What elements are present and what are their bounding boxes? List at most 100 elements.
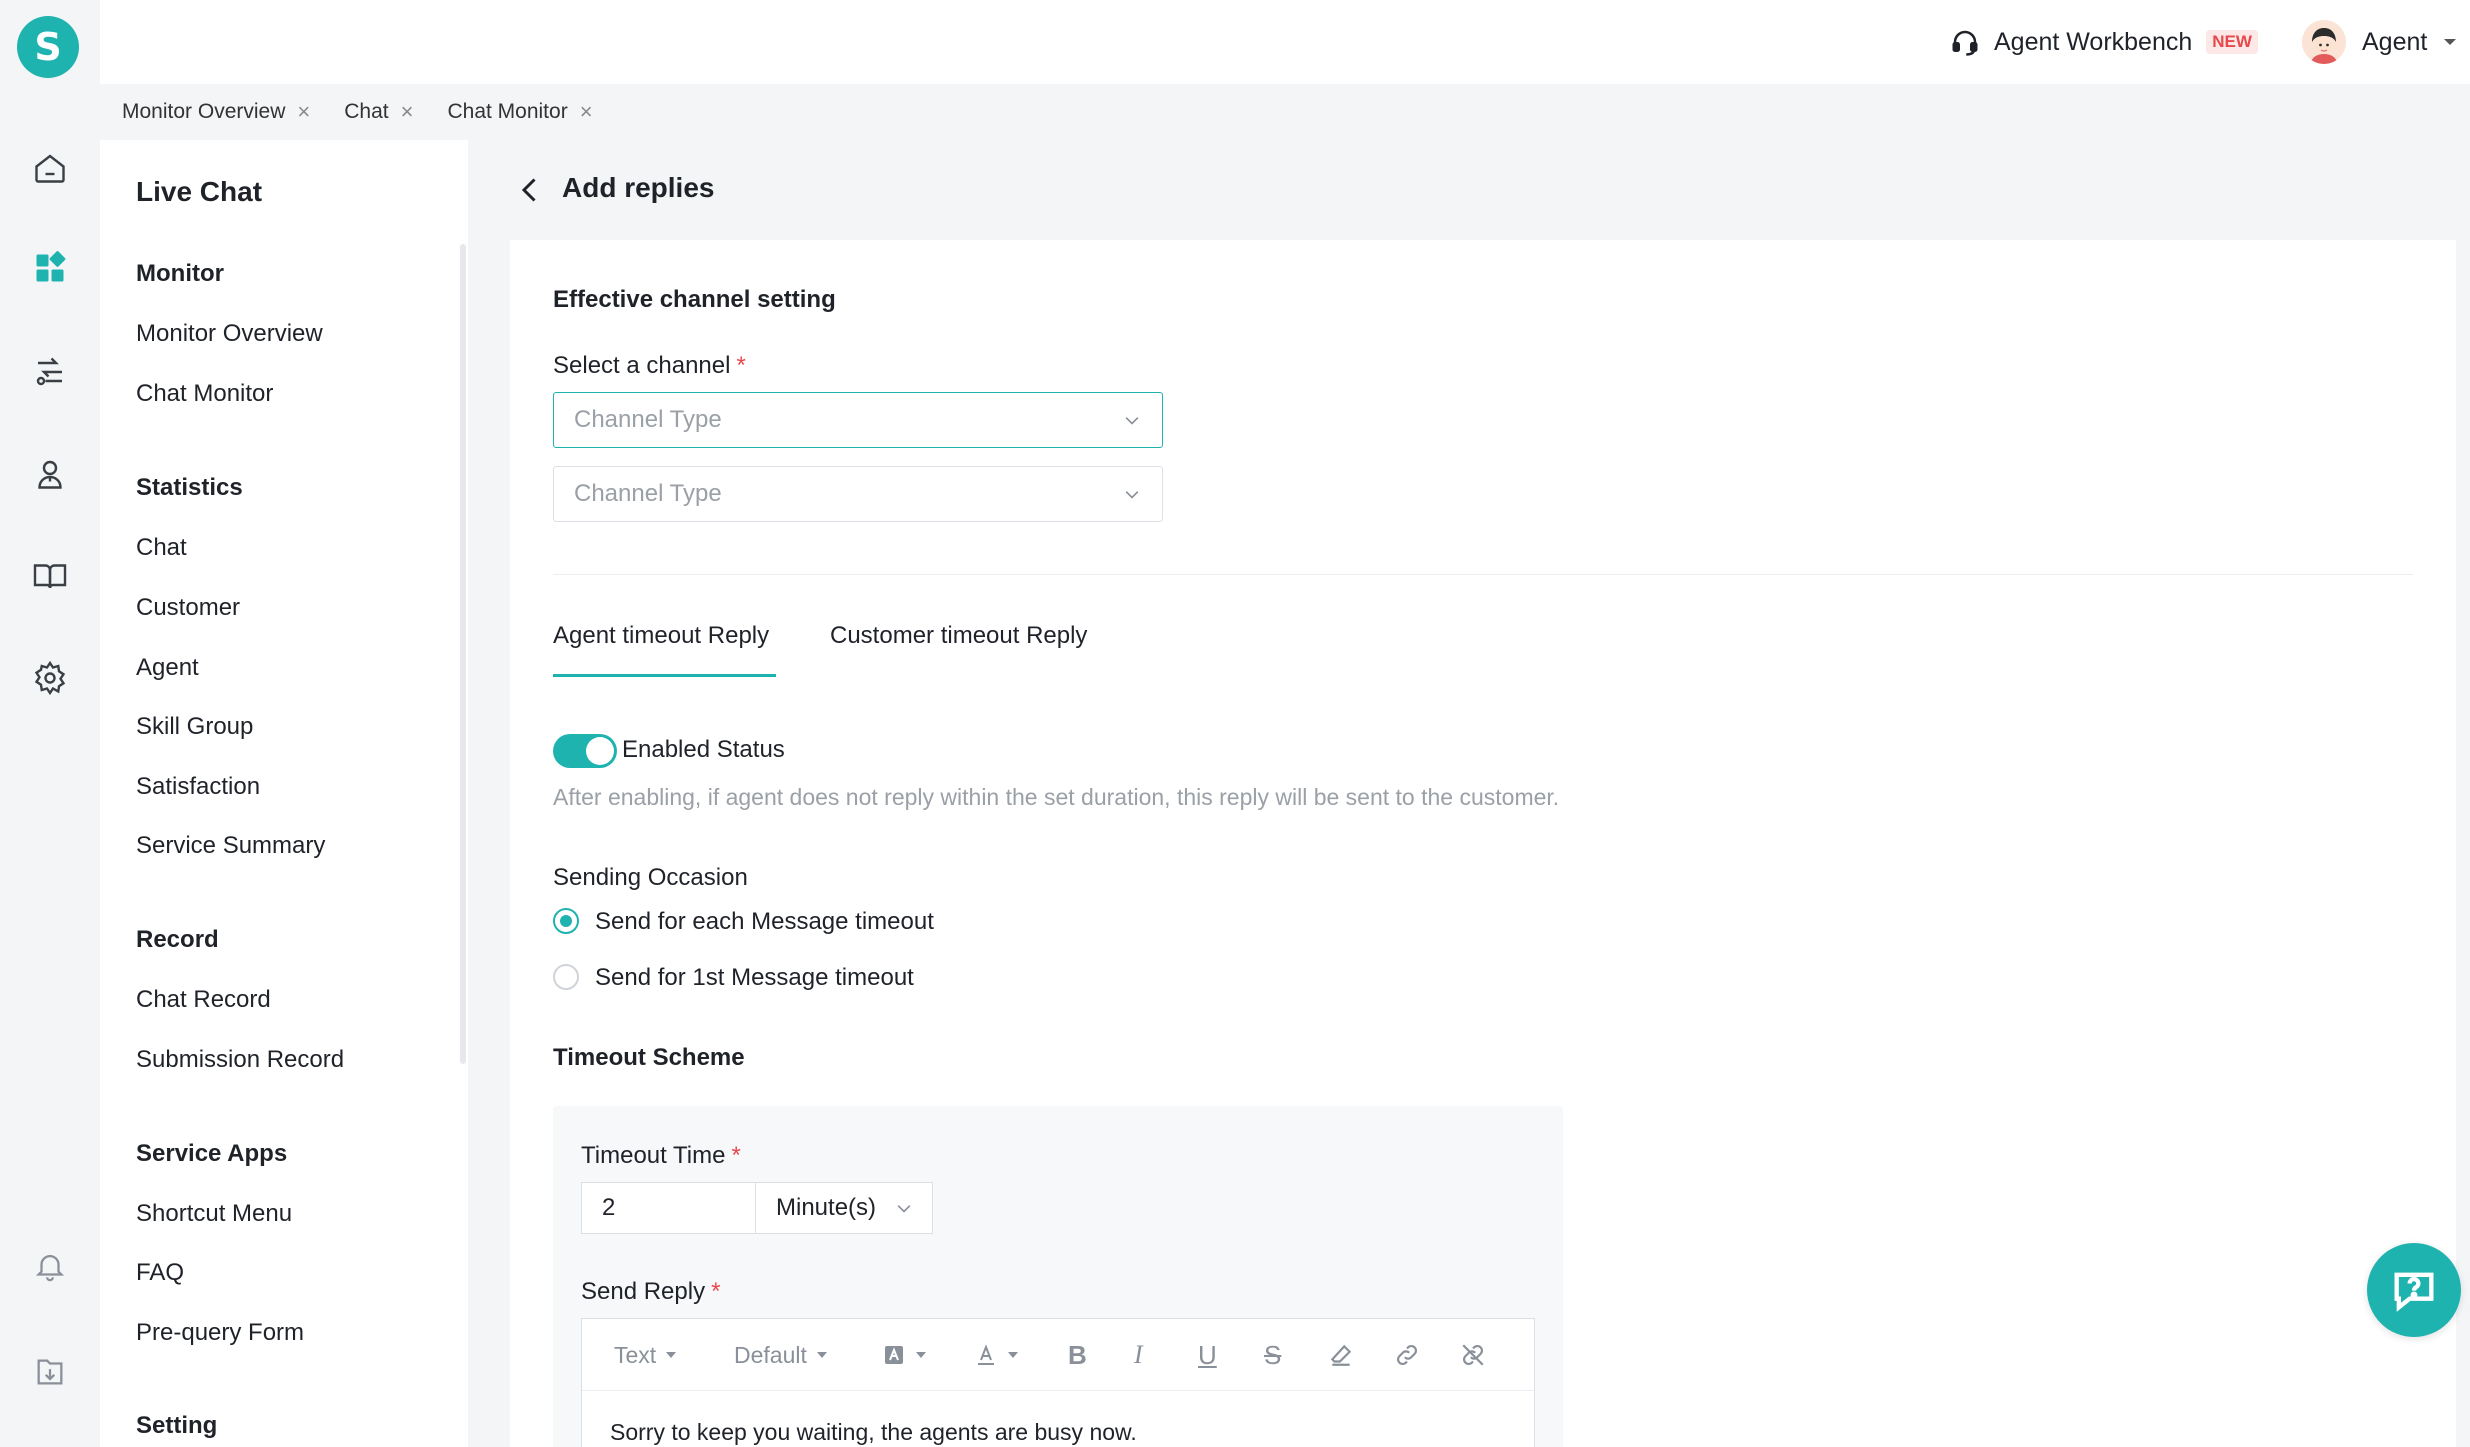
underline-icon: U bbox=[1198, 1339, 1217, 1370]
close-icon[interactable]: × bbox=[580, 101, 593, 123]
caret-down-icon bbox=[916, 1352, 926, 1358]
sidebar-group-setting[interactable]: Setting bbox=[136, 1412, 217, 1440]
reply-editor[interactable]: Text Default B I U S Sorry to keep you w… bbox=[581, 1318, 1535, 1447]
section-divider bbox=[553, 574, 2413, 575]
back-arrow-icon[interactable] bbox=[512, 172, 548, 208]
channel-type-select-2[interactable]: Channel Type bbox=[553, 466, 1163, 522]
radio-label-each-message-timeout[interactable]: Send for each Message timeout bbox=[595, 908, 934, 936]
sidebar-item-chat-record[interactable]: Chat Record bbox=[136, 986, 271, 1014]
app-logo[interactable]: S bbox=[17, 16, 79, 78]
active-tab-indicator bbox=[553, 674, 776, 677]
user-menu[interactable]: Agent bbox=[2302, 0, 2457, 84]
required-mark: * bbox=[711, 1278, 721, 1305]
timeout-scheme-title: Timeout Scheme bbox=[553, 1044, 745, 1071]
send-reply-text: Send Reply bbox=[581, 1278, 706, 1305]
sidebar-item-service-summary[interactable]: Service Summary bbox=[136, 832, 325, 860]
dashboard-icon[interactable] bbox=[28, 246, 72, 290]
font-label: Default bbox=[734, 1341, 807, 1368]
toggle-knob bbox=[586, 737, 614, 765]
tab-label: Monitor Overview bbox=[122, 100, 286, 123]
required-mark: * bbox=[731, 1142, 741, 1169]
sidebar-item-shortcut-menu[interactable]: Shortcut Menu bbox=[136, 1200, 292, 1228]
unlink-button[interactable] bbox=[1460, 1319, 1486, 1391]
highlight-color-button[interactable] bbox=[882, 1319, 926, 1391]
text-style-label: Text bbox=[614, 1341, 657, 1368]
strikethrough-icon: S bbox=[1264, 1339, 1282, 1370]
chevron-down-icon bbox=[1122, 411, 1142, 431]
sidebar-item-agent[interactable]: Agent bbox=[136, 654, 199, 682]
unlink-icon bbox=[1460, 1342, 1486, 1368]
close-icon[interactable]: × bbox=[297, 101, 310, 123]
tab-chat-monitor[interactable]: Chat Monitor × bbox=[447, 100, 592, 124]
settings-icon[interactable] bbox=[28, 656, 72, 700]
agent-workbench-link[interactable]: Agent Workbench NEW bbox=[1950, 0, 2258, 84]
download-icon[interactable] bbox=[28, 1350, 72, 1394]
select-channel-label: Select a channel * bbox=[553, 352, 746, 380]
enabled-status-toggle[interactable] bbox=[553, 734, 617, 768]
timeout-time-text: Timeout Time bbox=[581, 1142, 726, 1169]
tab-label: Chat bbox=[344, 100, 389, 123]
tab-customer-timeout-reply[interactable]: Customer timeout Reply bbox=[830, 622, 1087, 650]
text-style-dropdown[interactable]: Text bbox=[614, 1319, 677, 1391]
agent-icon[interactable] bbox=[28, 452, 72, 496]
font-color-button[interactable] bbox=[974, 1319, 1018, 1391]
sidebar-scrollbar[interactable] bbox=[460, 244, 466, 1064]
sidebar-group-record: Record bbox=[136, 926, 219, 953]
sidebar-item-monitor-overview[interactable]: Monitor Overview bbox=[136, 320, 323, 348]
sidebar-item-faq[interactable]: FAQ bbox=[136, 1259, 184, 1287]
strikethrough-button[interactable]: S bbox=[1264, 1319, 1281, 1391]
sidebar-item-skill-group[interactable]: Skill Group bbox=[136, 713, 253, 741]
sidebar-group-monitor: Monitor bbox=[136, 260, 224, 287]
chevron-down-icon bbox=[894, 1199, 914, 1219]
tab-label: Chat Monitor bbox=[447, 100, 568, 123]
sidebar-item-pre-query-form[interactable]: Pre-query Form bbox=[136, 1319, 304, 1347]
select-channel-text: Select a channel bbox=[553, 352, 731, 379]
tab-agent-timeout-reply[interactable]: Agent timeout Reply bbox=[553, 622, 769, 650]
font-dropdown[interactable]: Default bbox=[734, 1319, 827, 1391]
close-icon[interactable]: × bbox=[401, 101, 414, 123]
page-header: Add replies bbox=[468, 140, 2470, 240]
new-badge: NEW bbox=[2206, 30, 2258, 54]
required-mark: * bbox=[736, 352, 746, 379]
underline-button[interactable]: U bbox=[1198, 1319, 1217, 1391]
page-title: Add replies bbox=[562, 172, 715, 203]
radio-label-first-message-timeout[interactable]: Send for 1st Message timeout bbox=[595, 964, 914, 992]
home-icon[interactable] bbox=[28, 146, 72, 190]
page-tabs: Monitor Overview × Chat × Chat Monitor × bbox=[100, 84, 2470, 140]
sidebar-item-satisfaction[interactable]: Satisfaction bbox=[136, 773, 260, 801]
clear-format-button[interactable] bbox=[1328, 1319, 1354, 1391]
editor-toolbar: Text Default B I U S bbox=[582, 1319, 1534, 1391]
link-button[interactable] bbox=[1394, 1319, 1420, 1391]
tab-monitor-overview[interactable]: Monitor Overview × bbox=[122, 100, 310, 124]
logo-letter: S bbox=[34, 25, 62, 69]
italic-button[interactable]: I bbox=[1134, 1319, 1143, 1391]
book-icon[interactable] bbox=[28, 554, 72, 598]
link-icon bbox=[1394, 1342, 1420, 1368]
timeout-unit-value: Minute(s) bbox=[776, 1194, 877, 1221]
radio-first-message-timeout[interactable] bbox=[553, 964, 579, 990]
help-button[interactable] bbox=[2367, 1243, 2461, 1337]
routing-icon[interactable] bbox=[28, 350, 72, 394]
timeout-unit-select[interactable]: Minute(s) bbox=[755, 1182, 933, 1234]
bell-icon[interactable] bbox=[28, 1244, 72, 1288]
reply-text[interactable]: Sorry to keep you waiting, the agents ar… bbox=[610, 1419, 1137, 1446]
italic-icon: I bbox=[1134, 1340, 1143, 1369]
channel-type-select-1[interactable]: Channel Type bbox=[553, 392, 1163, 448]
sidebar-group-service-apps: Service Apps bbox=[136, 1140, 288, 1167]
caret-down-icon bbox=[816, 1352, 827, 1358]
sidebar-item-customer[interactable]: Customer bbox=[136, 594, 240, 622]
bold-icon: B bbox=[1068, 1339, 1087, 1370]
caret-down-icon bbox=[1008, 1352, 1018, 1358]
bold-button[interactable]: B bbox=[1068, 1319, 1087, 1391]
highlight-icon bbox=[882, 1343, 906, 1367]
select-placeholder: Channel Type bbox=[574, 406, 722, 433]
sidebar-item-chat-monitor[interactable]: Chat Monitor bbox=[136, 380, 273, 408]
timeout-value-input[interactable]: 2 bbox=[581, 1182, 755, 1234]
chevron-down-icon bbox=[1122, 485, 1142, 505]
sidebar-item-chat[interactable]: Chat bbox=[136, 534, 187, 562]
sidebar-item-submission-record[interactable]: Submission Record bbox=[136, 1046, 344, 1074]
radio-each-message-timeout[interactable] bbox=[553, 908, 579, 934]
icon-rail: S bbox=[0, 0, 100, 1447]
send-reply-label: Send Reply * bbox=[581, 1278, 720, 1306]
tab-chat[interactable]: Chat × bbox=[344, 100, 413, 124]
